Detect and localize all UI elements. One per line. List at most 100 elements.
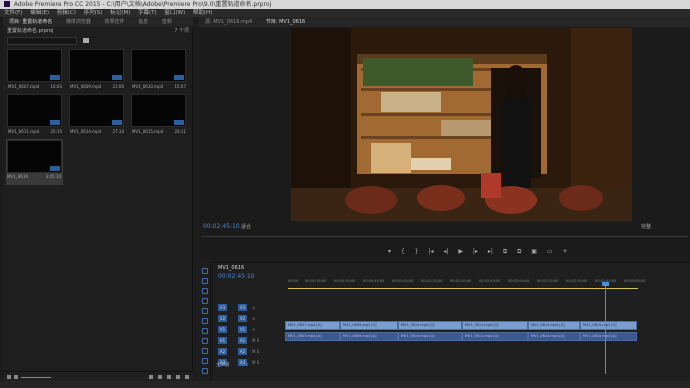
razor-tool-icon[interactable] — [202, 318, 208, 324]
project-clip[interactable]: MV1_0611.mp4 25:10 — [7, 94, 64, 142]
menu-file[interactable]: 文件(F) — [4, 10, 22, 16]
track-mute-icon[interactable]: M S — [252, 347, 259, 356]
window-title: Adobe Premiere Pro CC 2015 - C:\用户\文档\Ad… — [13, 1, 272, 8]
slide-tool-icon[interactable] — [202, 338, 208, 344]
automate-icon[interactable] — [149, 375, 153, 379]
selection-tool-icon[interactable] — [202, 268, 208, 274]
timeline-audio-clip[interactable]: MV1_0615.mp4 [A] — [580, 332, 637, 341]
track-eye-icon[interactable]: ⊙ — [252, 314, 255, 323]
button-editor-icon[interactable]: + — [562, 248, 567, 255]
menu-clip[interactable]: 剪辑(C) — [57, 10, 76, 16]
mark-out-icon[interactable]: } — [415, 248, 419, 255]
menu-sequence[interactable]: 序列(S) — [84, 10, 103, 16]
timeline-audio-clip[interactable]: MV1_0614.mp4 [A] — [528, 332, 580, 341]
fit-zoom-select[interactable]: 适合 — [241, 222, 251, 232]
menu-window[interactable]: 窗口(W) — [164, 10, 185, 16]
timeline-audio-clip[interactable]: MV1_0607.mp4 [A] — [285, 332, 340, 341]
pen-tool-icon[interactable] — [202, 348, 208, 354]
project-clip[interactable]: MV1_0609.mp4 21:00 — [69, 49, 126, 97]
transport-controls: ▾ { } |◂ ◂| ▶ |▸ ▸| ⧉ ⧉ ▣ ▭ + — [388, 248, 576, 256]
track-name-v2[interactable]: V2 — [238, 315, 247, 322]
menu-marker[interactable]: 标记(M) — [110, 10, 130, 16]
master-volume-value[interactable]: 0.0 — [241, 363, 248, 368]
tab-program[interactable]: 节目: MV1_0616 — [260, 17, 311, 27]
track-mute-icon[interactable]: M S — [252, 358, 259, 367]
find-icon[interactable] — [158, 375, 162, 379]
timeline-audio-clip[interactable]: MV1_0610.mp4 [A] — [398, 332, 462, 341]
timeline-video-clip[interactable]: MV1_0607.mp4 [V] — [285, 321, 340, 330]
menu-help[interactable]: 帮助(H) — [193, 10, 212, 16]
timeline-sequence-tab[interactable]: MV1_0616 — [218, 263, 244, 273]
menu-title[interactable]: 字幕(T) — [138, 10, 157, 16]
source-patch-v3[interactable]: V3 — [218, 304, 227, 311]
timeline-video-clip[interactable]: MV1_0610.mp4 [V] — [398, 321, 462, 330]
track-name-a1[interactable]: A1 — [238, 337, 247, 344]
go-to-in-icon[interactable]: |◂ — [428, 248, 433, 255]
safe-margins-icon[interactable]: ▭ — [547, 248, 553, 255]
timeline-audio-clip[interactable]: MV1_0611.mp4 [A] — [462, 332, 528, 341]
step-back-icon[interactable]: ◂| — [443, 248, 448, 255]
project-clip[interactable]: MV1_0615.mp4 20:11 — [131, 94, 188, 142]
go-to-out-icon[interactable]: ▸| — [488, 248, 493, 255]
tab-project[interactable]: 项目: 重置轨道命名 — [3, 17, 58, 27]
clip-thumbnail — [69, 49, 124, 82]
playhead-line[interactable] — [605, 284, 606, 374]
timeline-video-clip[interactable]: MV1_0609.mp4 [V] — [340, 321, 398, 330]
ripple-edit-tool-icon[interactable] — [202, 288, 208, 294]
tab-effect-controls[interactable]: 效果控件 — [98, 17, 130, 27]
trash-icon[interactable] — [185, 375, 189, 379]
timeline-video-clip[interactable]: MV1_0614.mp4 [V] — [528, 321, 580, 330]
zoom-tool-icon[interactable] — [202, 368, 208, 374]
add-marker-icon[interactable]: ▾ — [388, 248, 391, 255]
playback-resolution-select[interactable]: 完整 — [641, 222, 651, 232]
list-view-icon[interactable] — [7, 375, 11, 379]
play-icon[interactable]: ▶ — [458, 248, 463, 255]
timeline-audio-clip[interactable]: MV1_0609.mp4 [A] — [340, 332, 398, 341]
extract-icon[interactable]: ⧉ — [517, 248, 521, 256]
tab-audio[interactable]: 音频 — [156, 17, 178, 27]
new-item-icon[interactable] — [176, 375, 180, 379]
monitor-scrub-bar[interactable] — [202, 236, 688, 237]
monitor-tabs: 源: MV1_0616.mp4 节目: MV1_0616 — [199, 17, 690, 27]
source-patch-a2[interactable]: A2 — [218, 348, 227, 355]
new-bin-icon[interactable] — [167, 375, 171, 379]
track-name-v3[interactable]: V3 — [238, 304, 247, 311]
rate-stretch-tool-icon[interactable] — [202, 308, 208, 314]
track-eye-icon[interactable]: ⊙ — [252, 325, 255, 334]
sequence-item[interactable]: MV1_0616 3:05:10 — [6, 139, 63, 185]
sequence-duration: 3:05:10 — [45, 174, 61, 179]
track-mute-icon[interactable]: M S — [252, 336, 259, 345]
tab-media-browser[interactable]: 媒体浏览器 — [60, 17, 97, 27]
mark-in-icon[interactable]: { — [401, 248, 405, 255]
export-frame-icon[interactable]: ▣ — [531, 248, 537, 255]
menu-edit[interactable]: 编辑(E) — [30, 10, 49, 16]
track-eye-icon[interactable]: ⊙ — [252, 303, 255, 312]
timeline-video-clip[interactable]: MV1_0615.mp4 [V] — [580, 321, 637, 330]
work-area-bar[interactable] — [288, 288, 638, 289]
project-search-input[interactable] — [7, 37, 77, 45]
hand-tool-icon[interactable] — [202, 358, 208, 364]
project-clip[interactable]: MV1_0614.mp4 27:10 — [69, 94, 126, 142]
program-video-frame[interactable] — [291, 28, 632, 221]
tab-source[interactable]: 源: MV1_0616.mp4 — [199, 17, 258, 27]
source-patch-a1[interactable]: A1 — [218, 337, 227, 344]
rolling-edit-tool-icon[interactable] — [202, 298, 208, 304]
icon-view-icon[interactable] — [14, 375, 18, 379]
clip-duration: 27:10 — [112, 129, 124, 134]
source-patch-v1[interactable]: V1 — [218, 326, 227, 333]
track-select-tool-icon[interactable] — [202, 278, 208, 284]
timeline-timecode[interactable]: 00:02:45:10 — [218, 273, 255, 280]
timeline-video-clip[interactable]: MV1_0611.mp4 [V] — [462, 321, 528, 330]
track-name-a2[interactable]: A2 — [238, 348, 247, 355]
track-name-v1[interactable]: V1 — [238, 326, 247, 333]
folder-icon[interactable] — [83, 38, 89, 43]
tab-info[interactable]: 信息 — [132, 17, 154, 27]
source-patch-v2[interactable]: V2 — [218, 315, 227, 322]
step-forward-icon[interactable]: |▸ — [473, 248, 478, 255]
program-timecode[interactable]: 00:02:45:10 — [203, 222, 240, 232]
project-clip[interactable]: MV1_0610.mp4 15:07 — [131, 49, 188, 97]
slip-tool-icon[interactable] — [202, 328, 208, 334]
project-clip[interactable]: MV1_0607.mp4 16:03 — [7, 49, 64, 97]
lift-icon[interactable]: ⧉ — [503, 248, 507, 256]
zoom-slider[interactable] — [21, 377, 51, 378]
